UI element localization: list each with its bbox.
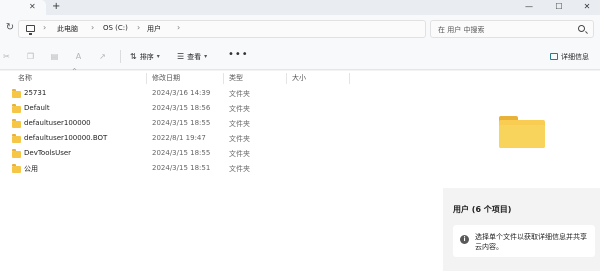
file-name: 25731 [24, 89, 47, 97]
folder-icon [12, 149, 21, 158]
chevron-down-icon: ▾ [204, 53, 208, 60]
search-input[interactable] [438, 24, 568, 35]
column-header-name[interactable]: 名称 [18, 73, 32, 83]
folder-icon [12, 104, 21, 113]
file-modified: 2024/3/15 18:56 [152, 104, 211, 112]
chevron-right-icon[interactable]: › [137, 23, 140, 32]
address-bar[interactable]: › 此电脑 › OS (C:) › 用户 › [18, 20, 426, 38]
chevron-right-icon[interactable]: › [177, 23, 180, 32]
file-type: 文件夹 [229, 150, 250, 158]
close-window-button[interactable]: ✕ [572, 0, 600, 15]
close-tab-icon[interactable]: ✕ [29, 2, 36, 11]
maximize-button[interactable]: ☐ [544, 0, 574, 15]
sort-label: 排序 [139, 52, 154, 61]
file-type: 文件夹 [229, 105, 250, 113]
folder-icon [12, 164, 21, 173]
refresh-icon[interactable]: ↻ [3, 21, 17, 35]
chevron-down-icon: ▾ [156, 53, 160, 60]
share-icon[interactable]: ↗ [98, 52, 107, 61]
file-name: defaultuser100000 [24, 119, 91, 127]
folder-icon [12, 89, 21, 98]
file-row[interactable]: defaultuser100000 2024/3/15 18:55 文件夹 [12, 118, 312, 133]
breadcrumb-drive[interactable]: OS (C:) [103, 24, 128, 32]
search-box[interactable] [430, 20, 594, 38]
file-name: DevToolsUser [24, 149, 72, 157]
file-list: ^ 名称 修改日期 类型 大小 25731 2024/3/16 14:39 文件… [0, 68, 443, 271]
column-divider[interactable] [286, 73, 287, 84]
toolbar-divider [120, 50, 121, 63]
file-name: 公用 [24, 165, 38, 173]
file-row[interactable]: Default 2024/3/15 18:56 文件夹 [12, 103, 312, 118]
folder-icon [12, 119, 21, 128]
file-modified: 2024/3/15 18:55 [152, 119, 211, 127]
file-row[interactable]: 公用 2024/3/15 18:51 文件夹 [12, 163, 312, 178]
file-type: 文件夹 [229, 90, 250, 98]
column-divider[interactable] [223, 73, 224, 84]
details-info-box: i 选择单个文件以获取详细信息并共享云内容。 [453, 225, 595, 257]
command-bar: ✂ ❐ ▤ A ↗ ⇅ 排序 ▾ ☰ 查看 ▾ ••• 详细信息 [0, 43, 600, 70]
file-modified: 2024/3/15 18:51 [152, 164, 211, 172]
details-info-text: 选择单个文件以获取详细信息并共享云内容。 [475, 233, 587, 251]
large-folder-icon [499, 116, 545, 148]
column-header-size[interactable]: 大小 [292, 73, 306, 83]
details-pane: 用户 (6 个项目) i 选择单个文件以获取详细信息并共享云内容。 [443, 71, 600, 271]
column-header-type[interactable]: 类型 [229, 73, 243, 83]
file-type: 文件夹 [229, 120, 250, 128]
preview-area [443, 71, 600, 188]
file-row[interactable]: DevToolsUser 2024/3/15 18:55 文件夹 [12, 148, 312, 163]
cut-icon[interactable]: ✂ [2, 52, 11, 61]
sort-button[interactable]: ⇅ 排序 ▾ [130, 51, 160, 62]
file-type: 文件夹 [229, 135, 250, 143]
breadcrumb-users[interactable]: 用户 [147, 24, 161, 34]
file-modified: 2024/3/15 18:55 [152, 149, 211, 157]
file-modified: 2024/3/16 14:39 [152, 89, 211, 97]
search-icon[interactable] [578, 25, 585, 32]
view-icon: ☰ [177, 52, 185, 61]
sort-indicator-icon: ^ [72, 68, 78, 75]
computer-icon [26, 25, 35, 35]
minimize-button[interactable]: — [514, 0, 544, 15]
view-label: 查看 [187, 52, 202, 61]
column-divider[interactable] [146, 73, 147, 84]
folder-icon [12, 134, 21, 143]
breadcrumb-this-pc[interactable]: 此电脑 [57, 24, 78, 34]
column-divider[interactable] [349, 73, 350, 84]
view-button[interactable]: ☰ 查看 ▾ [177, 51, 207, 62]
copy-icon[interactable]: ❐ [26, 52, 35, 61]
paste-icon[interactable]: ▤ [50, 52, 59, 61]
file-row[interactable]: defaultuser100000.BOT 2022/8/1 19:47 文件夹 [12, 133, 312, 148]
file-name: Default [24, 104, 50, 112]
details-pane-icon [550, 53, 558, 60]
file-modified: 2022/8/1 19:47 [152, 134, 206, 142]
chevron-right-icon[interactable]: › [91, 23, 94, 32]
details-label: 详细信息 [561, 53, 589, 61]
details-pane-button[interactable]: 详细信息 [550, 52, 589, 62]
details-title: 用户 (6 个项目) [453, 205, 512, 214]
tab-users[interactable]: ✕ [0, 0, 46, 15]
file-name: defaultuser100000.BOT [24, 134, 108, 142]
rename-icon[interactable]: A [74, 52, 83, 61]
more-options-button[interactable]: ••• [228, 49, 249, 60]
new-tab-button[interactable]: + [52, 1, 60, 12]
column-header-modified[interactable]: 修改日期 [152, 73, 180, 83]
file-type: 文件夹 [229, 165, 250, 173]
info-icon: i [460, 235, 469, 244]
file-row[interactable]: 25731 2024/3/16 14:39 文件夹 [12, 88, 312, 103]
sort-icon: ⇅ [130, 52, 137, 61]
address-row: ↻ › 此电脑 › OS (C:) › 用户 › [0, 15, 600, 43]
tab-bar: ✕ + — ☐ ✕ [0, 0, 600, 15]
chevron-right-icon[interactable]: › [43, 23, 46, 32]
